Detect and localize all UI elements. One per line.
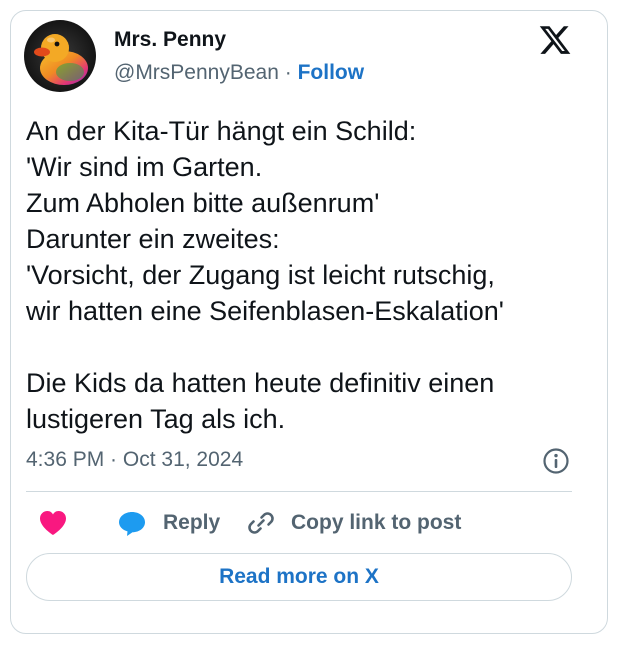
read-more-label: Read more on X [219, 565, 379, 588]
tweet-line: lustigeren Tag als ich. [26, 404, 286, 434]
timestamp-separator: · [104, 448, 123, 471]
like-button[interactable] [38, 506, 68, 540]
heart-icon [40, 511, 66, 535]
reply-button[interactable]: Reply [117, 506, 220, 540]
tweet-text: An der Kita-Tür hängt ein Schild: 'Wir s… [26, 113, 586, 437]
tweet-line: wir hatten eine Seifenblasen-Eskalation' [26, 296, 504, 326]
tweet-line: 'Vorsicht, der Zugang ist leicht rutschi… [26, 260, 495, 290]
tweet-line: Die Kids da hatten heute definitiv einen [26, 368, 495, 398]
tweet-time: 4:36 PM [26, 448, 105, 471]
tweet-date: Oct 31, 2024 [122, 448, 244, 471]
speech-bubble-icon [119, 512, 145, 536]
reply-label: Reply [163, 511, 221, 534]
rubber-duck-avatar-icon [24, 20, 96, 92]
handle-separator: · [278, 61, 298, 84]
tweet-line: An der Kita-Tür hängt ein Schild: [26, 116, 417, 146]
tweet-line: Darunter ein zweites: [26, 224, 280, 254]
divider [26, 491, 572, 492]
author-handle-row: @MrsPennyBean · Follow [114, 60, 364, 86]
read-more-button[interactable]: Read more on X [26, 553, 572, 601]
author-avatar[interactable] [24, 20, 96, 92]
action-bar: Reply Copy link to post [26, 506, 572, 540]
tweet-line: Zum Abholen bitte außenrum' [26, 188, 380, 218]
tweet-timestamp[interactable]: 4:36 PM · Oct 31, 2024 [26, 447, 243, 473]
author-display-name[interactable]: Mrs. Penny [114, 27, 226, 53]
tweet-line: 'Wir sind im Garten. [26, 152, 263, 182]
link-icon [248, 512, 274, 534]
follow-link[interactable]: Follow [298, 61, 365, 84]
x-logo-svg [539, 26, 571, 54]
info-icon[interactable] [542, 447, 570, 475]
author-handle[interactable]: @MrsPennyBean [114, 61, 279, 84]
copy-link-label: Copy link to post [291, 511, 462, 534]
copy-link-button[interactable]: Copy link to post [246, 506, 461, 540]
x-logo-icon[interactable] [538, 23, 572, 57]
info-icon-svg [543, 448, 569, 474]
